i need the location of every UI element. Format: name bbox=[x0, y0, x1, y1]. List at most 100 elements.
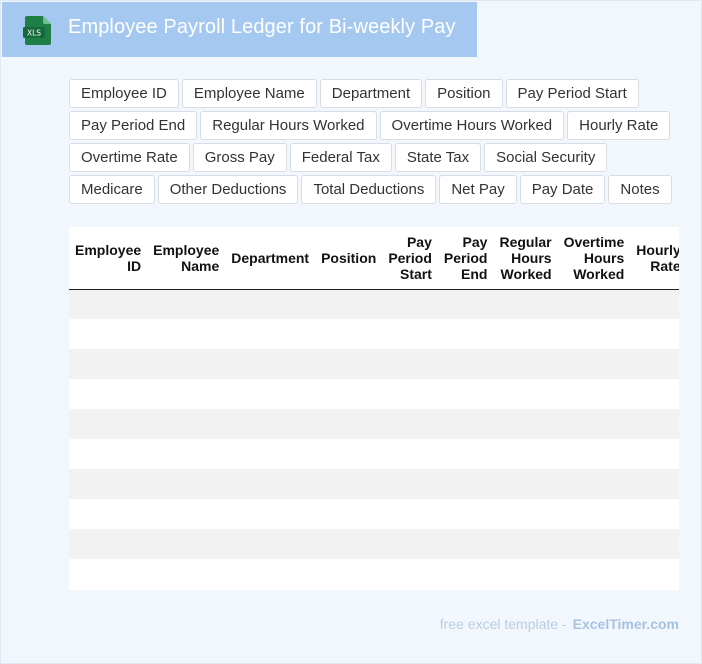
table-cell[interactable] bbox=[493, 439, 558, 469]
table-cell[interactable] bbox=[147, 529, 226, 559]
table-cell[interactable] bbox=[315, 349, 383, 379]
table-cell[interactable] bbox=[557, 349, 631, 379]
field-chip[interactable]: Employee Name bbox=[181, 79, 317, 108]
table-cell[interactable] bbox=[147, 439, 226, 469]
table-cell[interactable] bbox=[557, 439, 631, 469]
table-cell[interactable] bbox=[630, 349, 679, 379]
column-header[interactable]: Pay Period Start bbox=[382, 227, 438, 290]
table-cell[interactable] bbox=[147, 499, 226, 529]
column-header[interactable]: Employee Name bbox=[147, 227, 226, 290]
table-cell[interactable] bbox=[557, 289, 631, 319]
table-cell[interactable] bbox=[225, 499, 316, 529]
table-cell[interactable] bbox=[147, 289, 226, 319]
table-cell[interactable] bbox=[437, 379, 494, 409]
field-chip[interactable]: Federal Tax bbox=[289, 143, 392, 172]
table-cell[interactable] bbox=[382, 439, 438, 469]
table-cell[interactable] bbox=[382, 379, 438, 409]
field-chip[interactable]: Pay Date bbox=[519, 175, 606, 204]
table-cell[interactable] bbox=[147, 349, 226, 379]
payroll-table-container[interactable]: Employee ID Employee Name Department Position… bbox=[69, 227, 679, 590]
table-cell[interactable] bbox=[630, 409, 679, 439]
table-cell[interactable] bbox=[557, 559, 631, 589]
table-cell[interactable] bbox=[315, 319, 383, 349]
column-header[interactable]: Position bbox=[315, 227, 383, 290]
table-cell[interactable] bbox=[69, 559, 148, 589]
table-cell[interactable] bbox=[493, 349, 558, 379]
field-chip[interactable]: Gross Pay bbox=[192, 143, 287, 172]
table-cell[interactable] bbox=[315, 409, 383, 439]
field-chip[interactable]: Overtime Hours Worked bbox=[379, 111, 565, 140]
table-cell[interactable] bbox=[630, 319, 679, 349]
table-cell[interactable] bbox=[382, 499, 438, 529]
table-cell[interactable] bbox=[557, 529, 631, 559]
table-cell[interactable] bbox=[437, 469, 494, 499]
table-cell[interactable] bbox=[493, 289, 558, 319]
table-cell[interactable] bbox=[493, 409, 558, 439]
table-cell[interactable] bbox=[69, 409, 148, 439]
table-cell[interactable] bbox=[437, 529, 494, 559]
table-cell[interactable] bbox=[69, 439, 148, 469]
table-cell[interactable] bbox=[493, 499, 558, 529]
table-cell[interactable] bbox=[630, 379, 679, 409]
field-chip[interactable]: Social Security bbox=[484, 143, 608, 172]
field-chip[interactable]: Pay Period Start bbox=[505, 79, 639, 108]
table-cell[interactable] bbox=[69, 499, 148, 529]
table-cell[interactable] bbox=[557, 469, 631, 499]
table-cell[interactable] bbox=[382, 469, 438, 499]
table-cell[interactable] bbox=[382, 559, 438, 589]
table-cell[interactable] bbox=[147, 409, 226, 439]
table-cell[interactable] bbox=[437, 319, 494, 349]
table-cell[interactable] bbox=[382, 409, 438, 439]
table-cell[interactable] bbox=[315, 559, 383, 589]
table-cell[interactable] bbox=[147, 469, 226, 499]
table-cell[interactable] bbox=[493, 529, 558, 559]
column-header[interactable]: Employee ID bbox=[69, 227, 148, 290]
table-cell[interactable] bbox=[147, 379, 226, 409]
table-cell[interactable] bbox=[315, 379, 383, 409]
table-cell[interactable] bbox=[437, 499, 494, 529]
table-cell[interactable] bbox=[493, 319, 558, 349]
table-cell[interactable] bbox=[630, 289, 679, 319]
table-cell[interactable] bbox=[493, 469, 558, 499]
table-cell[interactable] bbox=[630, 499, 679, 529]
footer-brand-link[interactable]: ExcelTimer.com bbox=[573, 616, 679, 632]
field-chip[interactable]: Department bbox=[319, 79, 423, 108]
table-cell[interactable] bbox=[630, 559, 679, 589]
column-header[interactable]: Overtime Hours Worked bbox=[557, 227, 631, 290]
table-cell[interactable] bbox=[315, 289, 383, 319]
table-cell[interactable] bbox=[382, 319, 438, 349]
table-cell[interactable] bbox=[382, 289, 438, 319]
table-cell[interactable] bbox=[225, 439, 316, 469]
table-cell[interactable] bbox=[630, 439, 679, 469]
table-cell[interactable] bbox=[225, 379, 316, 409]
table-cell[interactable] bbox=[315, 469, 383, 499]
table-cell[interactable] bbox=[557, 499, 631, 529]
column-header[interactable]: Hourly Rate bbox=[630, 227, 679, 290]
table-cell[interactable] bbox=[493, 559, 558, 589]
table-cell[interactable] bbox=[315, 439, 383, 469]
table-cell[interactable] bbox=[147, 319, 226, 349]
field-chip[interactable]: Total Deductions bbox=[301, 175, 437, 204]
table-cell[interactable] bbox=[69, 319, 148, 349]
table-cell[interactable] bbox=[493, 379, 558, 409]
table-cell[interactable] bbox=[225, 559, 316, 589]
field-chip[interactable]: Other Deductions bbox=[157, 175, 299, 204]
table-cell[interactable] bbox=[437, 289, 494, 319]
field-chip[interactable]: Net Pay bbox=[439, 175, 517, 204]
table-cell[interactable] bbox=[382, 529, 438, 559]
field-chip[interactable]: Medicare bbox=[69, 175, 155, 204]
table-cell[interactable] bbox=[147, 559, 226, 589]
table-cell[interactable] bbox=[437, 349, 494, 379]
field-chip[interactable]: Overtime Rate bbox=[69, 143, 190, 172]
table-cell[interactable] bbox=[69, 379, 148, 409]
field-chip[interactable]: Hourly Rate bbox=[567, 111, 671, 140]
table-cell[interactable] bbox=[69, 349, 148, 379]
table-cell[interactable] bbox=[225, 319, 316, 349]
table-cell[interactable] bbox=[225, 469, 316, 499]
table-cell[interactable] bbox=[437, 559, 494, 589]
table-cell[interactable] bbox=[557, 319, 631, 349]
table-cell[interactable] bbox=[630, 529, 679, 559]
field-chip[interactable]: Pay Period End bbox=[69, 111, 198, 140]
table-cell[interactable] bbox=[69, 289, 148, 319]
field-chip[interactable]: State Tax bbox=[394, 143, 482, 172]
